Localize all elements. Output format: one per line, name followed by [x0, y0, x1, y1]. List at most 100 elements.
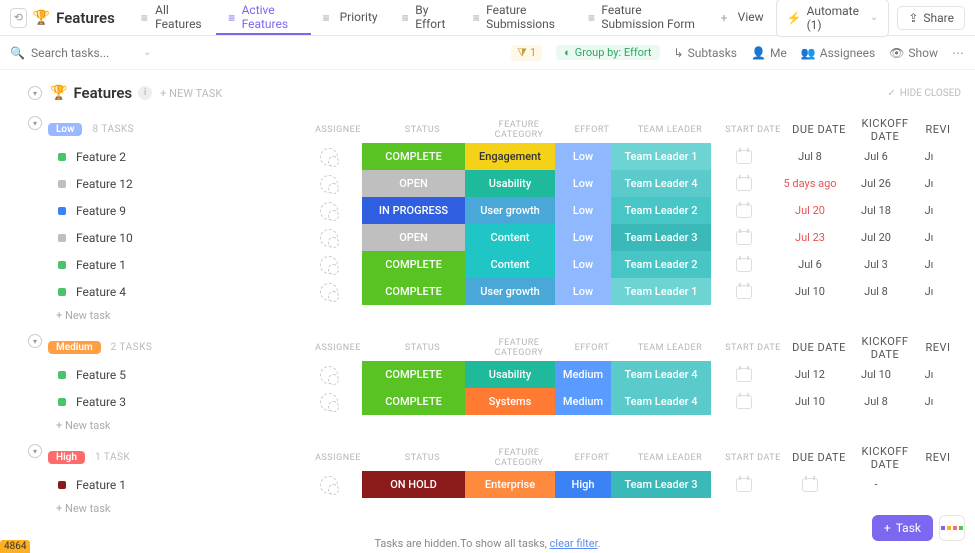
category-badge[interactable]: Usability: [465, 170, 555, 197]
calendar-icon[interactable]: [736, 285, 752, 299]
due-date[interactable]: [777, 471, 843, 498]
group-collapse-icon[interactable]: ▾: [28, 116, 42, 130]
col-start[interactable]: START DATE: [720, 444, 786, 471]
kickoff-date[interactable]: Jul 20: [843, 224, 909, 251]
review-date[interactable]: Jı: [909, 388, 949, 415]
col-start[interactable]: START DATE: [720, 116, 786, 143]
task-row[interactable]: Feature 10OPENContentLowTeam Leader 3Jul…: [0, 224, 975, 251]
col-review[interactable]: REVI: [918, 444, 958, 471]
due-date[interactable]: Jul 10: [777, 388, 843, 415]
col-leader[interactable]: TEAM LEADER: [620, 334, 720, 361]
calendar-icon[interactable]: [736, 478, 752, 492]
category-badge[interactable]: Enterprise: [465, 471, 555, 498]
share-button[interactable]: ⇪ Share: [897, 6, 965, 30]
review-date[interactable]: Jı: [909, 251, 949, 278]
filter-badge[interactable]: ⧩ 1: [511, 45, 542, 61]
status-badge[interactable]: IN PROGRESS: [362, 197, 465, 224]
status-badge[interactable]: COMPLETE: [362, 143, 465, 170]
col-review[interactable]: REVI: [918, 116, 958, 143]
tab-priority[interactable]: ≡Priority: [311, 0, 390, 35]
effort-badge[interactable]: Low: [555, 170, 611, 197]
due-date[interactable]: Jul 23: [777, 224, 843, 251]
due-date[interactable]: Jul 10: [777, 278, 843, 305]
due-date[interactable]: Jul 6: [777, 251, 843, 278]
status-badge[interactable]: COMPLETE: [362, 278, 465, 305]
review-date[interactable]: Jı: [909, 361, 949, 388]
leader-badge[interactable]: Team Leader 2: [611, 251, 711, 278]
review-date[interactable]: [909, 471, 949, 498]
col-status[interactable]: STATUS: [371, 444, 474, 471]
review-date[interactable]: Jı: [909, 278, 949, 305]
chevron-down-icon[interactable]: ⌄: [143, 47, 151, 58]
effort-badge[interactable]: Low: [555, 143, 611, 170]
effort-badge[interactable]: Low: [555, 251, 611, 278]
group-collapse-icon[interactable]: ▾: [28, 444, 42, 458]
col-leader[interactable]: TEAM LEADER: [620, 444, 720, 471]
group-pill[interactable]: Low: [48, 123, 82, 136]
col-category[interactable]: FEATURE CATEGORY: [474, 334, 564, 361]
tab-feature-submissions[interactable]: ≡Feature Submissions: [461, 0, 576, 35]
effort-badge[interactable]: Medium: [555, 388, 611, 415]
col-status[interactable]: STATUS: [371, 334, 474, 361]
leader-badge[interactable]: Team Leader 3: [611, 224, 711, 251]
category-badge[interactable]: Systems: [465, 388, 555, 415]
col-kickoff[interactable]: KICKOFF DATE: [852, 116, 918, 143]
new-task-fab[interactable]: + Task: [872, 515, 933, 541]
review-date[interactable]: Jı: [909, 170, 949, 197]
col-category[interactable]: FEATURE CATEGORY: [474, 444, 564, 471]
effort-badge[interactable]: Low: [555, 197, 611, 224]
groupby-chip[interactable]: ◐ Group by: Effort: [556, 45, 659, 60]
group-pill[interactable]: High: [48, 451, 85, 464]
leader-badge[interactable]: Team Leader 3: [611, 471, 711, 498]
col-kickoff[interactable]: KICKOFF DATE: [852, 334, 918, 361]
category-badge[interactable]: User growth: [465, 278, 555, 305]
kickoff-date[interactable]: Jul 3: [843, 251, 909, 278]
assignee-avatar[interactable]: [320, 256, 338, 274]
group-collapse-icon[interactable]: ▾: [28, 334, 42, 348]
col-kickoff[interactable]: KICKOFF DATE: [852, 444, 918, 471]
kickoff-date[interactable]: Jul 18: [843, 197, 909, 224]
col-leader[interactable]: TEAM LEADER: [620, 116, 720, 143]
col-assignee[interactable]: ASSIGNEE: [305, 444, 371, 471]
assignee-avatar[interactable]: [320, 476, 338, 494]
review-date[interactable]: Jı: [909, 197, 949, 224]
task-row[interactable]: Feature 3COMPLETESystemsMediumTeam Leade…: [0, 388, 975, 415]
leader-badge[interactable]: Team Leader 1: [611, 143, 711, 170]
assignee-avatar[interactable]: [320, 148, 338, 166]
due-date[interactable]: Jul 20: [777, 197, 843, 224]
review-date[interactable]: Jı: [909, 224, 949, 251]
kickoff-date[interactable]: Jul 26: [843, 170, 909, 197]
tab-active-features[interactable]: ≡Active Features: [216, 0, 310, 35]
leader-badge[interactable]: Team Leader 1: [611, 278, 711, 305]
tab-view[interactable]: +View: [709, 0, 776, 35]
due-date[interactable]: 5 days ago: [777, 170, 843, 197]
calendar-icon[interactable]: [736, 177, 752, 191]
effort-badge[interactable]: Low: [555, 224, 611, 251]
new-task-row[interactable]: + New task: [0, 498, 975, 519]
col-status[interactable]: STATUS: [371, 116, 474, 143]
tab-all-features[interactable]: ≡All Features: [129, 0, 216, 35]
status-badge[interactable]: OPEN: [362, 170, 465, 197]
task-row[interactable]: Feature 5COMPLETEUsabilityMediumTeam Lea…: [0, 361, 975, 388]
kickoff-date[interactable]: Jul 6: [843, 143, 909, 170]
calendar-icon[interactable]: [736, 204, 752, 218]
assignee-avatar[interactable]: [320, 366, 338, 384]
col-start[interactable]: START DATE: [720, 334, 786, 361]
col-category[interactable]: FEATURE CATEGORY: [474, 116, 564, 143]
effort-badge[interactable]: Low: [555, 278, 611, 305]
task-row[interactable]: Feature 12OPENUsabilityLowTeam Leader 45…: [0, 170, 975, 197]
calendar-icon[interactable]: [736, 231, 752, 245]
new-task-row[interactable]: + New task: [0, 305, 975, 326]
category-badge[interactable]: User growth: [465, 197, 555, 224]
due-date[interactable]: Jul 12: [777, 361, 843, 388]
clear-filter-link[interactable]: clear filter: [550, 537, 598, 550]
new-task-header[interactable]: + NEW TASK: [160, 87, 222, 100]
assignee-avatar[interactable]: [320, 202, 338, 220]
assignee-avatar[interactable]: [320, 229, 338, 247]
calendar-icon[interactable]: [736, 258, 752, 272]
task-row[interactable]: Feature 9IN PROGRESSUser growthLowTeam L…: [0, 197, 975, 224]
col-due[interactable]: DUE DATE: [786, 334, 852, 361]
task-row[interactable]: Feature 1COMPLETEContentLowTeam Leader 2…: [0, 251, 975, 278]
hide-closed-toggle[interactable]: ✓ HIDE CLOSED: [887, 88, 961, 99]
col-effort[interactable]: EFFORT: [564, 116, 620, 143]
